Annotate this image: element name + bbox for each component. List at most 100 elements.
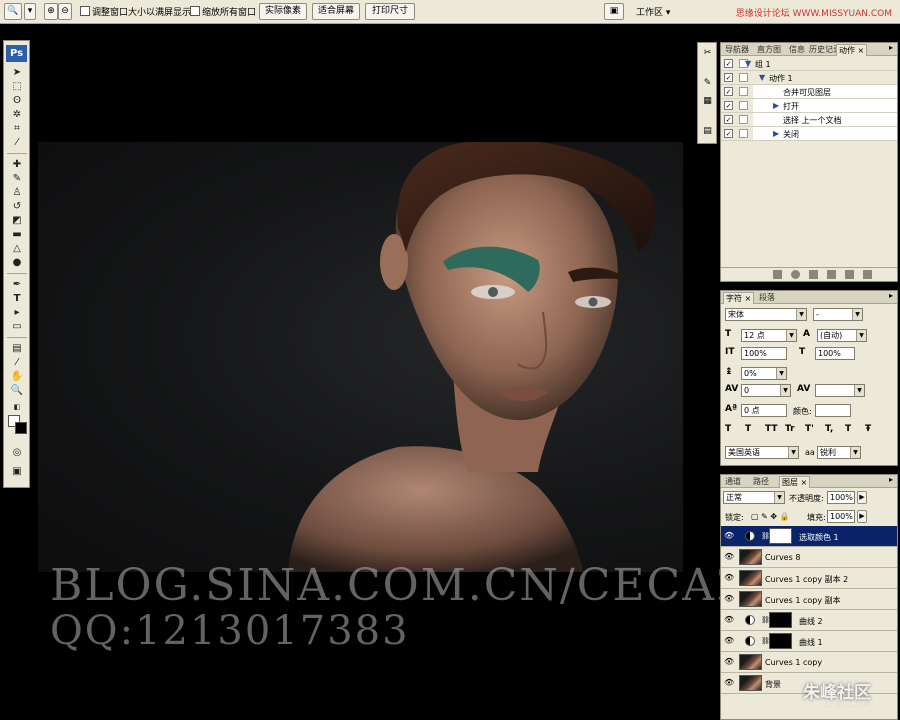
ps-logo[interactable]: Ps <box>6 45 27 62</box>
move-tool-icon[interactable]: ➤ <box>8 66 26 79</box>
hand-tool-icon[interactable]: ✋ <box>8 370 26 383</box>
action-row[interactable]: ✓ 打开 ▶ <box>721 99 897 113</box>
text-style-button[interactable]: Ŧ <box>865 424 871 434</box>
healing-brush-tool-icon[interactable]: ✚ <box>8 158 26 171</box>
tab-channels[interactable]: 通道 <box>723 476 743 488</box>
tab-character[interactable]: 字符 × <box>723 292 755 304</box>
palette-well-icon[interactable]: ▣ <box>604 3 624 20</box>
trash-icon[interactable] <box>863 270 872 279</box>
new-action-icon[interactable] <box>845 270 854 279</box>
leading-field[interactable]: (自动) ▼ <box>817 329 867 342</box>
opacity-field[interactable]: 100% <box>827 491 855 504</box>
gradient-tool-icon[interactable]: ▬ <box>8 228 26 241</box>
text-style-button[interactable]: TT <box>765 424 778 434</box>
blur-tool-icon[interactable]: △ <box>8 242 26 255</box>
lasso-tool-icon[interactable]: ʘ <box>8 94 26 107</box>
fit-screen-button[interactable]: 适合屏幕 <box>312 3 360 20</box>
panel-menu-icon[interactable]: ▸ <box>889 43 893 52</box>
expand-down-icon[interactable]: ▼ <box>759 73 765 82</box>
action-toggle-checkbox[interactable]: ✓ <box>724 73 733 82</box>
action-dialog-toggle[interactable] <box>739 87 748 96</box>
eyedropper-tool-icon[interactable]: ⁄ <box>8 356 26 369</box>
expand-down-icon[interactable]: ▼ <box>745 59 751 68</box>
path-selection-tool-icon[interactable]: ▸ <box>8 306 26 319</box>
crop-tool-icon[interactable]: ⌗ <box>8 122 26 135</box>
zoom-out-button[interactable]: ⊖ <box>58 3 72 20</box>
eye-icon[interactable]: 👁 <box>724 679 734 687</box>
text-style-button[interactable]: T <box>845 424 851 434</box>
tool-presets-icon[interactable]: ▦ <box>701 95 714 108</box>
background-color-swatch[interactable] <box>15 422 27 434</box>
layer-row[interactable]: 👁 Curves 1 copy 副本 <box>721 589 897 610</box>
slice-tool-icon[interactable]: ⁄ <box>8 136 26 149</box>
action-dialog-toggle[interactable] <box>739 115 748 124</box>
layer-comps-icon[interactable]: ▤ <box>701 125 714 138</box>
action-toggle-checkbox[interactable]: ✓ <box>724 101 733 110</box>
eye-icon[interactable]: 👁 <box>724 658 734 666</box>
action-row[interactable]: ✓ 组 1 ▼ <box>721 57 897 71</box>
zoom-all-windows-checkbox[interactable] <box>190 6 200 16</box>
tools-preset-icon[interactable]: ✂ <box>701 47 714 60</box>
action-row[interactable]: ✓ 合并可见图层 <box>721 85 897 99</box>
text-style-button[interactable]: T <box>725 424 731 434</box>
text-style-button[interactable]: T' <box>805 424 814 434</box>
workspace-menu[interactable]: 工作区 ▾ <box>636 5 670 18</box>
text-style-button[interactable]: Tr <box>785 424 795 434</box>
action-toggle-checkbox[interactable]: ✓ <box>724 87 733 96</box>
action-row[interactable]: ✓ 动作 1 ▼ <box>721 71 897 85</box>
layer-row[interactable]: 👁 ⛓ 选取颜色 1 <box>721 526 897 547</box>
history-brush-tool-icon[interactable]: ↺ <box>8 200 26 213</box>
text-style-button[interactable]: T, <box>825 424 833 434</box>
vertical-scale-field[interactable]: 100% <box>741 347 787 360</box>
action-dialog-toggle[interactable] <box>739 129 748 138</box>
kerning-field[interactable]: 0 ▼ <box>741 384 791 397</box>
zoom-tool-icon[interactable]: 🔍 <box>4 3 22 20</box>
tsume-field[interactable]: 0% ▼ <box>741 367 787 380</box>
lock-icons[interactable]: ▢ ✎ ✥ 🔒 <box>751 512 790 521</box>
zoom-in-button[interactable]: ⊕ <box>44 3 58 20</box>
tracking-field[interactable]: ▼ <box>815 384 865 397</box>
brushes-icon[interactable]: ✎ <box>701 77 714 90</box>
notes-tool-icon[interactable]: ▤ <box>8 342 26 355</box>
panel-menu-icon[interactable]: ▸ <box>889 475 893 484</box>
action-toggle-checkbox[interactable]: ✓ <box>724 115 733 124</box>
quick-mask-icon[interactable]: ◎ <box>8 446 26 459</box>
layer-row[interactable]: 👁 Curves 8 <box>721 547 897 568</box>
font-style-select[interactable]: - ▼ <box>813 308 863 321</box>
panel-menu-icon[interactable]: ▸ <box>889 291 893 300</box>
tab-paths[interactable]: 路径 <box>751 476 771 488</box>
tab-paragraph[interactable]: 段落 <box>757 292 777 304</box>
layer-row[interactable]: 👁 ⛓ 曲线 1 <box>721 631 897 652</box>
eye-icon[interactable]: 👁 <box>724 595 734 603</box>
magic-wand-tool-icon[interactable]: ✲ <box>8 108 26 121</box>
horizontal-scale-field[interactable]: 100% <box>815 347 855 360</box>
baseline-shift-field[interactable]: 0 点 <box>741 404 787 417</box>
type-tool-icon[interactable]: T <box>8 292 26 305</box>
play-icon[interactable] <box>809 270 818 279</box>
default-colors-icon[interactable]: ◧ <box>8 401 26 414</box>
eye-icon[interactable]: 👁 <box>724 553 734 561</box>
font-family-select[interactable]: 宋体 ▼ <box>725 308 807 321</box>
action-row[interactable]: ✓ 关闭 ▶ <box>721 127 897 141</box>
eye-icon[interactable]: 👁 <box>724 616 734 624</box>
marquee-tool-icon[interactable]: ⬚ <box>8 80 26 93</box>
tab-histogram[interactable]: 直方图 <box>755 44 783 56</box>
layer-mask-thumbnail[interactable] <box>769 612 792 628</box>
brush-tool-icon[interactable]: ✎ <box>8 172 26 185</box>
layer-row[interactable]: 👁 Curves 1 copy <box>721 652 897 673</box>
action-toggle-checkbox[interactable]: ✓ <box>724 129 733 138</box>
layer-mask-thumbnail[interactable] <box>769 633 792 649</box>
antialias-select[interactable]: 锐利 ▼ <box>817 446 861 459</box>
eraser-tool-icon[interactable]: ◩ <box>8 214 26 227</box>
expand-right-icon[interactable]: ▶ <box>773 101 779 110</box>
resize-windows-checkbox[interactable] <box>80 6 90 16</box>
fill-field[interactable]: 100% <box>827 510 855 523</box>
text-color-swatch[interactable] <box>815 404 851 417</box>
tab-actions[interactable]: 动作 × <box>836 44 868 56</box>
dodge-tool-icon[interactable]: ● <box>8 256 26 269</box>
layer-mask-thumbnail[interactable] <box>769 528 792 544</box>
action-row[interactable]: ✓ 选择 上一个文档 <box>721 113 897 127</box>
screen-mode-icon[interactable]: ▣ <box>8 465 26 478</box>
opacity-slider-button[interactable]: ▶ <box>857 491 867 504</box>
record-icon[interactable] <box>791 270 800 279</box>
